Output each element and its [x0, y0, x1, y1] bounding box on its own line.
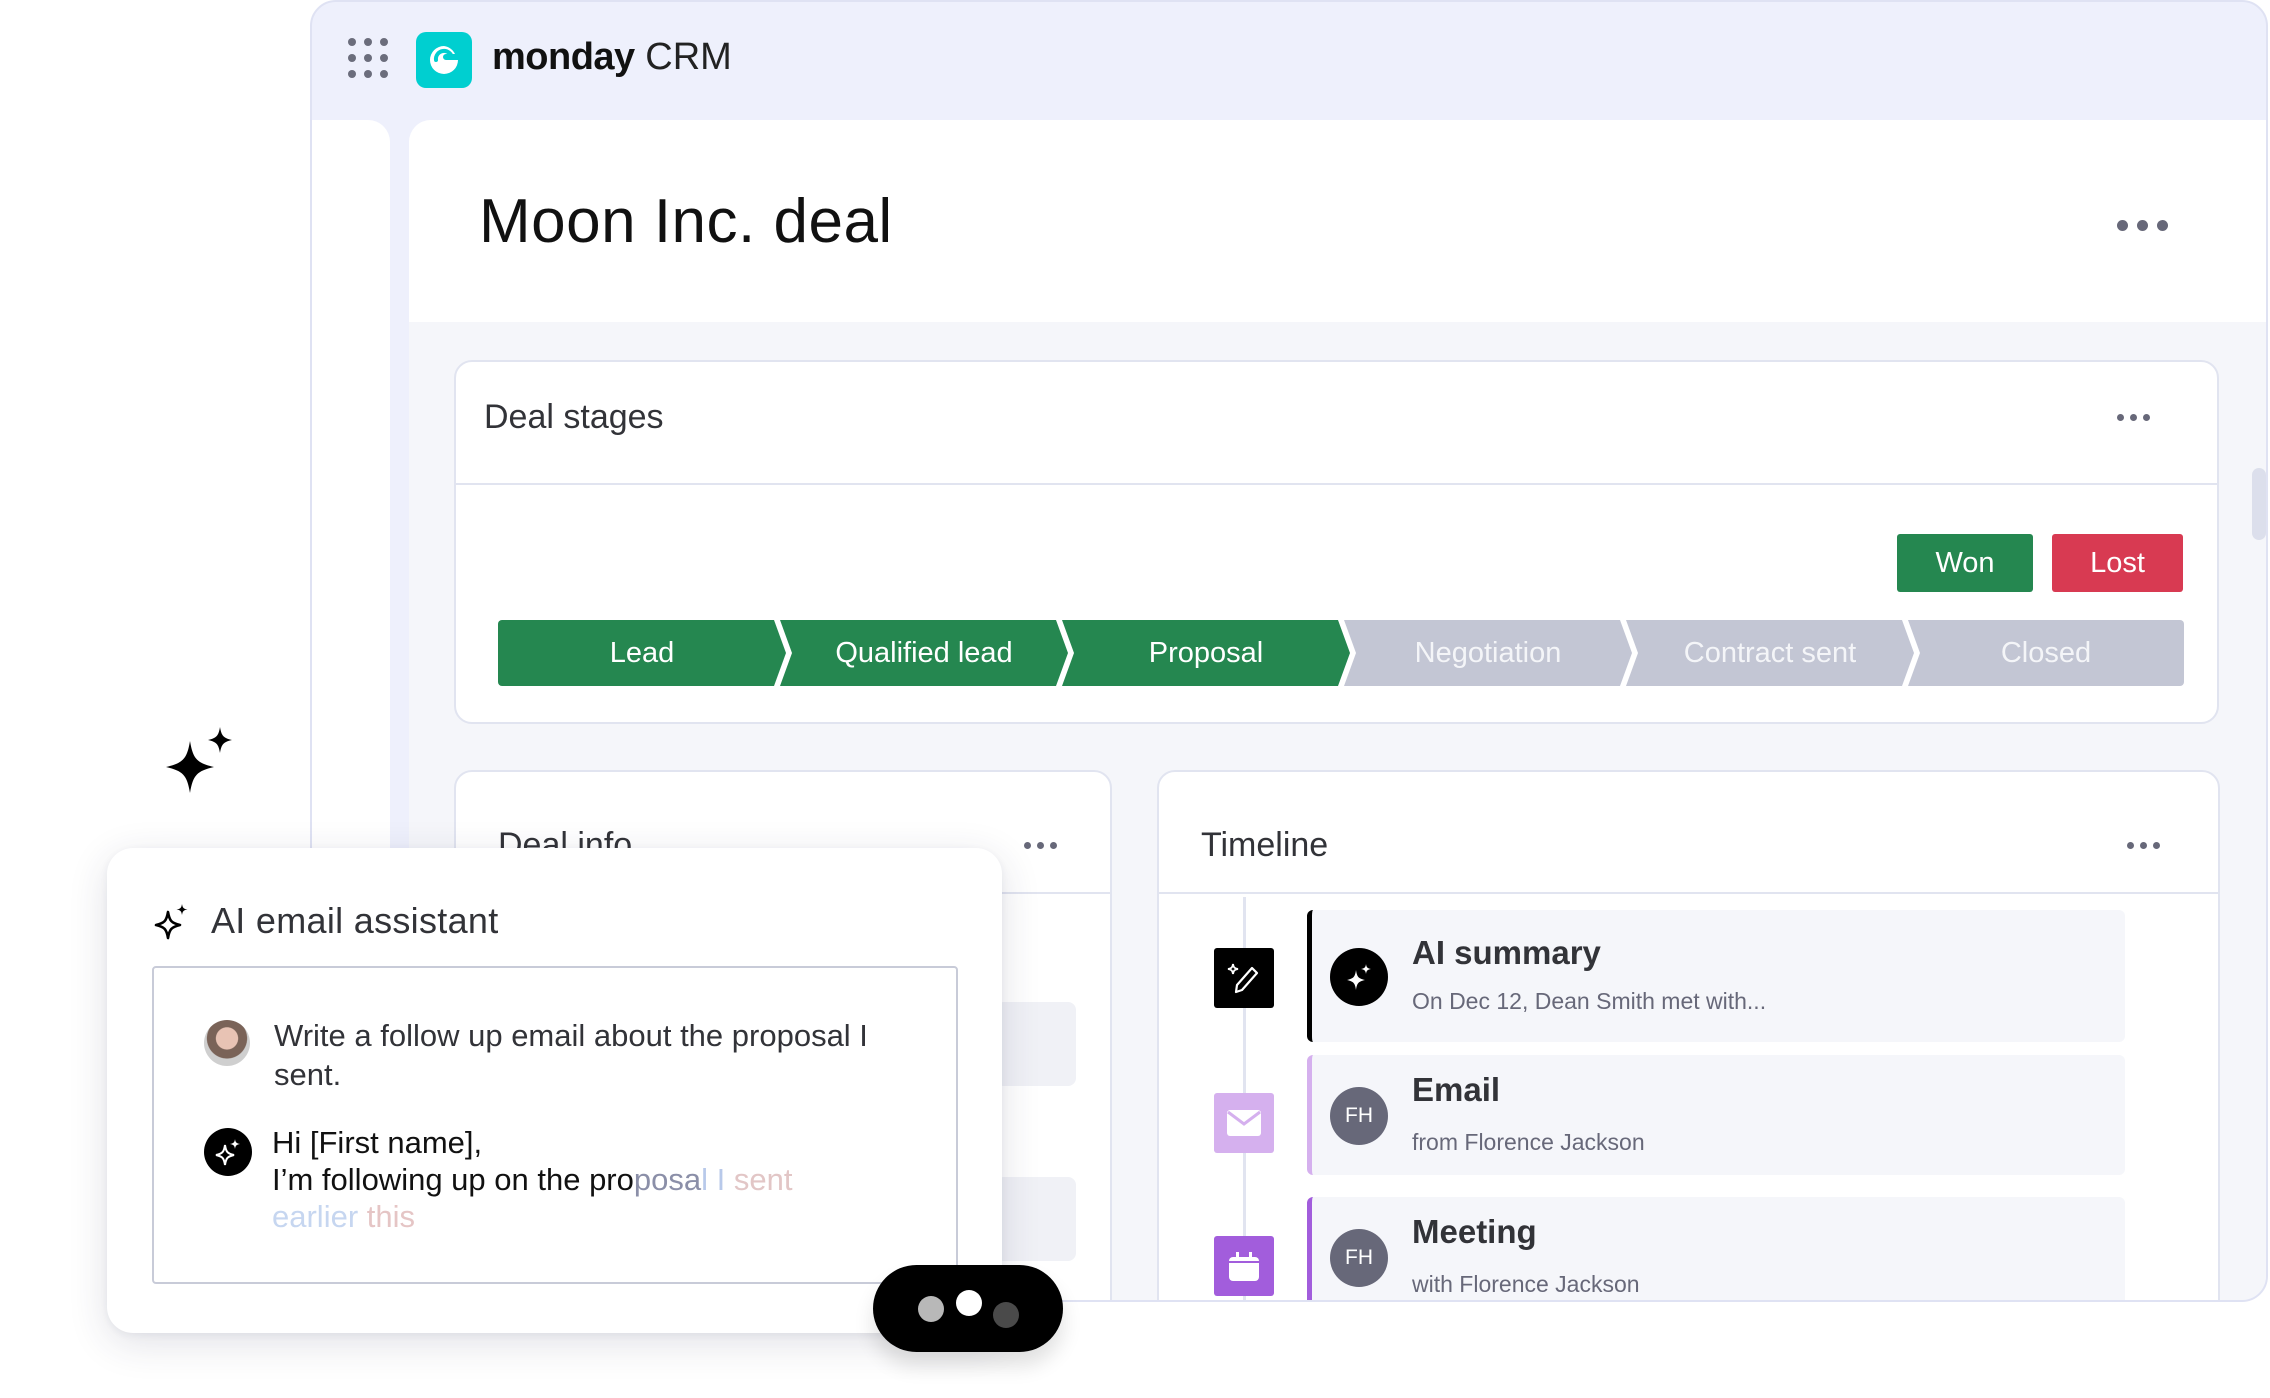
- top-bar: monday CRM: [312, 2, 2266, 120]
- dot-icon: [2137, 220, 2148, 231]
- timeline-item-subtitle: On Dec 12, Dean Smith met with...: [1412, 988, 1767, 1014]
- card-menu-button[interactable]: [2117, 414, 2150, 421]
- more-options-button[interactable]: [2117, 220, 2168, 231]
- avatar: FH: [1330, 1087, 1388, 1145]
- dot-icon: [2157, 220, 2168, 231]
- ai-reply: Hi [First name], I’m following up on the…: [272, 1124, 912, 1235]
- conversation-box[interactable]: Write a follow up email about the propos…: [152, 966, 958, 1284]
- timeline-item-title: Email: [1412, 1071, 1501, 1108]
- brand-bold: monday: [492, 36, 635, 78]
- reply-text-fading: posa: [633, 1162, 702, 1197]
- sparkles-outline-icon: [154, 904, 188, 940]
- stage-proposal[interactable]: Proposal: [1062, 620, 1350, 686]
- reply-line: earlier this: [272, 1198, 912, 1235]
- brand-product: CRM: [645, 36, 732, 78]
- reply-text-fading: sent: [733, 1162, 793, 1197]
- divider: [1159, 892, 2218, 894]
- timeline-item-title: AI summary: [1412, 934, 1601, 971]
- timeline-item-meeting[interactable]: FH Meeting with Florence Jackson: [1307, 1197, 2125, 1300]
- sparkles-icon: [166, 727, 232, 793]
- user-prompt: Write a follow up email about the propos…: [274, 1018, 868, 1092]
- card-title: Deal stages: [484, 398, 664, 436]
- sparkle-avatar-icon: [1330, 948, 1388, 1006]
- stage-lead[interactable]: Lead: [498, 620, 786, 686]
- card-menu-button[interactable]: [2127, 842, 2160, 849]
- deal-stages-card: Deal stages Won Lost Lead Qualified lead P…: [454, 360, 2219, 724]
- stage-pipeline: Lead Qualified lead Proposal Negotiation Con…: [498, 620, 2184, 686]
- card-title: Timeline: [1201, 826, 1329, 864]
- reply-text-fading: this: [366, 1199, 416, 1234]
- divider: [456, 483, 2217, 485]
- title-area: Moon Inc. deal: [409, 120, 2266, 322]
- reply-text-fading: earlier: [272, 1199, 367, 1234]
- typing-indicator: [873, 1265, 1063, 1352]
- ai-pen-icon: [1214, 948, 1274, 1008]
- scrollbar[interactable]: [2252, 468, 2266, 540]
- stage-contract-sent[interactable]: Contract sent: [1626, 620, 1914, 686]
- reply-line: I’m following up on the proposal I sent: [272, 1161, 912, 1198]
- avatar: FH: [1330, 1229, 1388, 1287]
- typing-dot: [918, 1296, 944, 1322]
- reply-line: Hi [First name],: [272, 1125, 483, 1160]
- user-avatar: [204, 1020, 250, 1066]
- ai-email-assistant-panel: AI email assistant Write a follow up ema…: [107, 848, 1002, 1333]
- stage-closed[interactable]: Closed: [1908, 620, 2184, 686]
- stage-qualified-lead[interactable]: Qualified lead: [780, 620, 1068, 686]
- app-grid-icon[interactable]: [348, 38, 388, 78]
- timeline-item-title: Meeting: [1412, 1213, 1537, 1250]
- page-title: Moon Inc. deal: [479, 187, 893, 256]
- typing-dot: [993, 1302, 1019, 1328]
- reply-text: I’m following up on the pro: [272, 1162, 634, 1197]
- dot-icon: [2117, 220, 2128, 231]
- calendar-icon: [1214, 1236, 1274, 1296]
- brand-name: monday CRM: [492, 36, 732, 79]
- lost-button[interactable]: Lost: [2052, 534, 2183, 592]
- timeline-card: Timeline AI summary On Dec 12, Dean Smit…: [1157, 770, 2220, 1300]
- timeline-item-subtitle: from Florence Jackson: [1412, 1129, 1645, 1155]
- timeline-item-subtitle: with Florence Jackson: [1412, 1271, 1640, 1297]
- typing-dot: [956, 1290, 982, 1316]
- panel-title: AI email assistant: [211, 900, 499, 941]
- reply-text-fading: l I: [701, 1162, 734, 1197]
- sparkles-icon: [215, 1139, 240, 1166]
- field-placeholder: [996, 1002, 1076, 1086]
- stage-negotiation[interactable]: Negotiation: [1344, 620, 1632, 686]
- envelope-icon: [1214, 1093, 1274, 1153]
- ai-avatar: [204, 1128, 252, 1176]
- card-menu-button[interactable]: [1024, 842, 1057, 849]
- field-placeholder: [996, 1177, 1076, 1261]
- timeline-item-ai-summary[interactable]: AI summary On Dec 12, Dean Smith met wit…: [1307, 910, 2125, 1042]
- monday-logo-icon: [416, 32, 472, 88]
- won-button[interactable]: Won: [1897, 534, 2033, 592]
- timeline-item-email[interactable]: FH Email from Florence Jackson: [1307, 1055, 2125, 1175]
